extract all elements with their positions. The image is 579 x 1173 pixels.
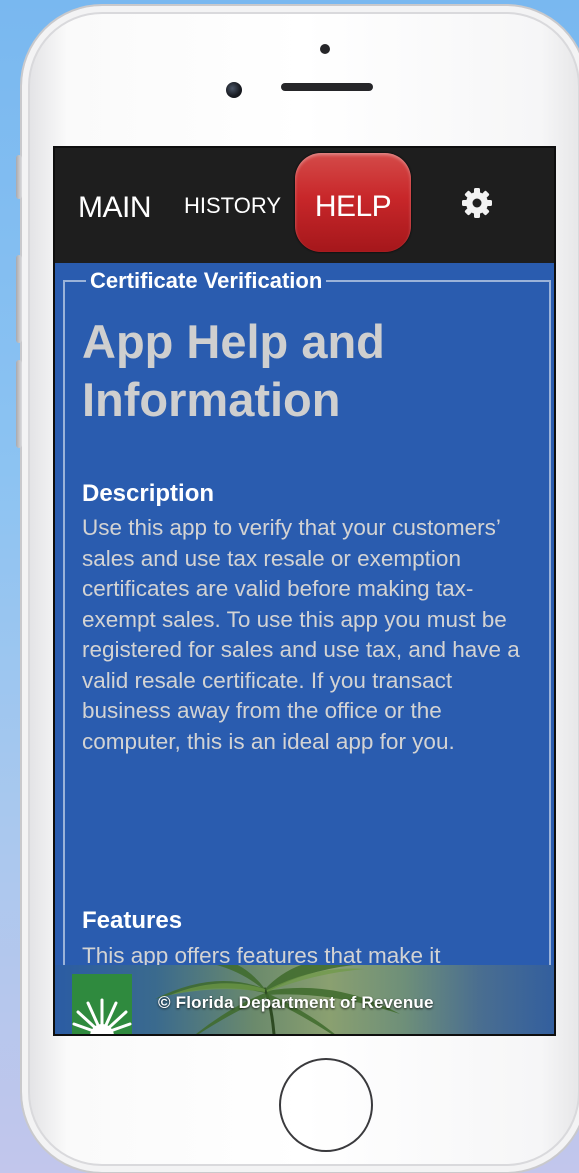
help-content-area[interactable]: Certificate Verification App Help and In…	[55, 263, 554, 965]
tab-help[interactable]: HELP	[295, 153, 411, 252]
features-text: This app offers features that make it	[82, 943, 441, 965]
description-heading: Description	[82, 480, 215, 507]
proximity-sensor-dot	[320, 44, 330, 54]
page-title: App Help and Information	[82, 315, 385, 426]
earpiece-speaker	[281, 83, 373, 91]
tab-main[interactable]: MAIN	[78, 191, 152, 225]
features-heading: Features	[82, 907, 183, 934]
volume-up-button	[16, 255, 22, 343]
volume-down-button	[16, 360, 22, 448]
front-camera-icon	[226, 82, 242, 98]
gear-icon	[462, 188, 492, 218]
footer-banner: © Florida Department of Revenue	[55, 965, 554, 1034]
app-screen: MAIN HISTORY HELP Certificate Verificati…	[53, 146, 556, 1036]
settings-button[interactable]	[460, 186, 494, 220]
sunburst-logo-icon	[72, 974, 132, 1034]
mute-switch	[16, 155, 22, 199]
copyright-text: © Florida Department of Revenue	[158, 993, 434, 1012]
top-navigation-bar: MAIN HISTORY HELP	[55, 148, 554, 263]
fieldset-legend: Certificate Verification	[86, 266, 327, 296]
tab-history[interactable]: HISTORY	[184, 193, 281, 219]
home-button[interactable]	[279, 1058, 373, 1152]
florida-dor-logo	[72, 974, 132, 1034]
description-text: Use this app to verify that your custome…	[82, 515, 520, 754]
